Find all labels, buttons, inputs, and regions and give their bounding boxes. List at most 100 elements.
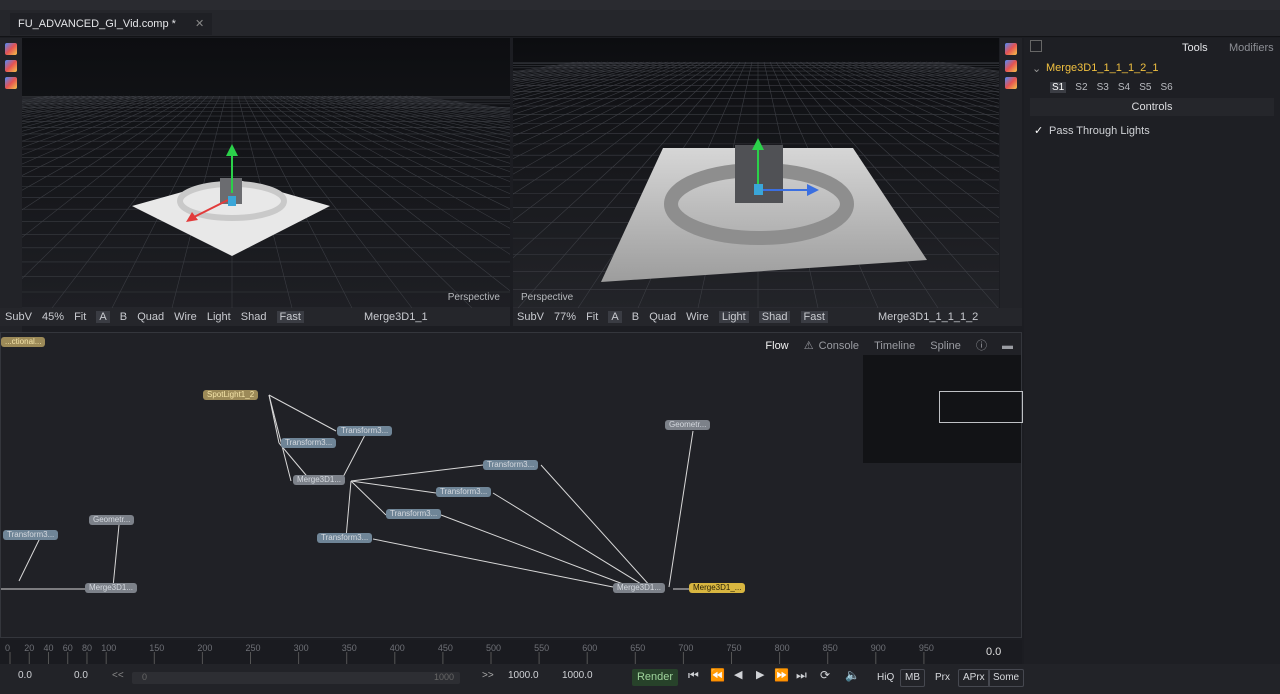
tab-modifiers[interactable]: Modifiers bbox=[1229, 42, 1274, 54]
rewind-button[interactable]: << bbox=[112, 670, 124, 681]
flow-node-merge3d[interactable]: Merge3D1... bbox=[85, 583, 138, 593]
version-slots: S1 S2 S3 S4 S5 S6 bbox=[1050, 81, 1179, 93]
ruler-tick-label: 600 bbox=[582, 643, 597, 653]
ruler-tick-label: 900 bbox=[871, 643, 886, 653]
cube-icon[interactable] bbox=[5, 60, 17, 72]
flow-node-spotlight[interactable]: SpotLight1_2 bbox=[203, 390, 259, 400]
flow-node-transform[interactable]: Transform3... bbox=[483, 460, 539, 470]
viewer-left-toolbar: SubV 45% Fit A B Quad Wire Light Shad Fa… bbox=[0, 308, 510, 326]
range-slider[interactable]: 0 1000 bbox=[132, 672, 460, 684]
flow-node-transform[interactable]: Transform3... bbox=[317, 533, 373, 543]
flow-node-light[interactable]: ...ctional... bbox=[1, 337, 46, 347]
b-buffer-button[interactable]: B bbox=[632, 311, 639, 323]
fast-forward-button[interactable]: >> bbox=[482, 670, 494, 681]
slot-s2[interactable]: S2 bbox=[1075, 82, 1087, 93]
flow-node-merge3d[interactable]: Merge3D1... bbox=[293, 475, 346, 485]
tab-tools[interactable]: Tools bbox=[1182, 42, 1208, 54]
cube-icon[interactable] bbox=[1005, 77, 1017, 89]
fast-button[interactable]: Fast bbox=[276, 311, 304, 323]
fast-button[interactable]: Fast bbox=[800, 311, 828, 323]
collapse-icon[interactable] bbox=[1030, 40, 1042, 52]
document-tab[interactable]: FU_ADVANCED_GI_Vid.comp * ✕ bbox=[10, 13, 213, 35]
tab-timeline[interactable]: Timeline bbox=[874, 340, 915, 352]
render-start-field[interactable]: 0.0 bbox=[74, 670, 88, 681]
cube-icon[interactable] bbox=[5, 77, 17, 89]
quad-button[interactable]: Quad bbox=[137, 311, 164, 323]
flow-node-merge3d[interactable]: Merge3D1... bbox=[613, 583, 666, 593]
fit-button[interactable]: Fit bbox=[74, 311, 86, 323]
global-end-field[interactable]: 1000.0 bbox=[562, 670, 593, 681]
info-icon[interactable]: ⓘ bbox=[976, 340, 987, 352]
cube-icon[interactable] bbox=[5, 43, 17, 55]
flow-node-transform[interactable]: Transform3... bbox=[281, 438, 337, 448]
slot-s4[interactable]: S4 bbox=[1118, 82, 1130, 93]
step-forward-icon[interactable]: ⏩ bbox=[774, 668, 789, 682]
light-button[interactable]: Light bbox=[718, 311, 749, 323]
flow-node-geometry[interactable]: Geometr... bbox=[665, 420, 711, 430]
light-button[interactable]: Light bbox=[207, 311, 231, 323]
go-to-end-icon[interactable]: ⏭ bbox=[796, 668, 807, 683]
flow-node-transform[interactable]: Transform3... bbox=[436, 487, 492, 497]
play-reverse-icon[interactable]: ◀ bbox=[734, 668, 742, 681]
prx-button[interactable]: Prx bbox=[930, 669, 955, 687]
audio-icon[interactable]: 🔈 bbox=[845, 668, 860, 682]
quad-button[interactable]: Quad bbox=[649, 311, 676, 323]
flow-node-merge3d-selected[interactable]: Merge3D1_... bbox=[689, 583, 746, 593]
ruler-tick-label: 700 bbox=[678, 643, 693, 653]
step-back-icon[interactable]: ⏪ bbox=[710, 668, 725, 682]
render-button[interactable]: Render bbox=[632, 669, 678, 686]
slot-s5[interactable]: S5 bbox=[1139, 82, 1151, 93]
some-button[interactable]: Some bbox=[988, 669, 1025, 687]
menu-bar bbox=[0, 0, 1280, 10]
shad-button[interactable]: Shad bbox=[758, 311, 791, 323]
flow-node-transform[interactable]: Transform3... bbox=[337, 426, 393, 436]
viewer-right[interactable]: Perspective bbox=[513, 38, 999, 308]
flow-editor[interactable]: ...ctional... SpotLight1_2 Transform3...… bbox=[0, 332, 1023, 638]
cube-icon[interactable] bbox=[1005, 43, 1017, 55]
fit-button[interactable]: Fit bbox=[586, 311, 598, 323]
slot-s6[interactable]: S6 bbox=[1160, 82, 1172, 93]
a-buffer-button[interactable]: A bbox=[96, 311, 110, 323]
current-time[interactable]: 0.0 bbox=[986, 646, 1001, 658]
flow-node-transform[interactable]: Transform3... bbox=[3, 530, 59, 540]
a-buffer-button[interactable]: A bbox=[608, 311, 622, 323]
zoom-level[interactable]: 45% bbox=[42, 311, 64, 323]
slot-s3[interactable]: S3 bbox=[1097, 82, 1109, 93]
checkbox-icon[interactable]: ✓ bbox=[1034, 124, 1043, 137]
close-icon[interactable]: ✕ bbox=[195, 18, 204, 30]
hiq-button[interactable]: HiQ bbox=[872, 669, 899, 687]
viewer-left-node-name: Merge3D1_1 bbox=[364, 311, 428, 323]
time-ruler[interactable]: 0 20 40 60 80 100 150 200 250 300 350 400 450 500 550 6… bbox=[0, 640, 1022, 664]
b-buffer-button[interactable]: B bbox=[120, 311, 127, 323]
slot-s1[interactable]: S1 bbox=[1050, 82, 1067, 93]
ruler-tick-label: 350 bbox=[342, 643, 357, 653]
ruler-tick-label: 400 bbox=[390, 643, 405, 653]
viewer-left-camera-label: Perspective bbox=[447, 292, 500, 303]
render-end-field[interactable]: 1000.0 bbox=[508, 670, 539, 681]
viewer-left[interactable]: Perspective bbox=[22, 38, 510, 308]
play-icon[interactable]: ▶ bbox=[756, 668, 764, 681]
flow-node-geometry[interactable]: Geometr... bbox=[89, 515, 135, 525]
wire-button[interactable]: Wire bbox=[174, 311, 197, 323]
shad-button[interactable]: Shad bbox=[241, 311, 267, 323]
flow-node-transform[interactable]: Transform3... bbox=[386, 509, 442, 519]
viewer2-toolbar bbox=[1000, 38, 1022, 318]
loop-icon[interactable]: ⟳ bbox=[820, 668, 830, 682]
controls-header[interactable]: Controls bbox=[1030, 98, 1274, 116]
tab-spline[interactable]: Spline bbox=[930, 340, 961, 352]
flow-navigator[interactable] bbox=[863, 355, 1023, 463]
tab-console[interactable]: Console bbox=[819, 340, 859, 352]
go-to-start-icon[interactable]: ⏮ bbox=[688, 668, 699, 683]
global-start-field[interactable]: 0.0 bbox=[18, 670, 32, 681]
wire-button[interactable]: Wire bbox=[686, 311, 709, 323]
aprx-button[interactable]: APrx bbox=[958, 669, 990, 687]
comment-icon[interactable]: ▬ bbox=[1002, 340, 1013, 352]
tab-flow[interactable]: Flow bbox=[765, 340, 788, 352]
chevron-down-icon[interactable]: ⌄ bbox=[1032, 62, 1041, 75]
mb-button[interactable]: MB bbox=[900, 669, 925, 687]
zoom-level[interactable]: 77% bbox=[554, 311, 576, 323]
cube-icon[interactable] bbox=[1005, 60, 1017, 72]
subview-button[interactable]: SubV bbox=[517, 311, 544, 323]
subview-button[interactable]: SubV bbox=[5, 311, 32, 323]
navigator-viewport-rect[interactable] bbox=[939, 391, 1023, 423]
